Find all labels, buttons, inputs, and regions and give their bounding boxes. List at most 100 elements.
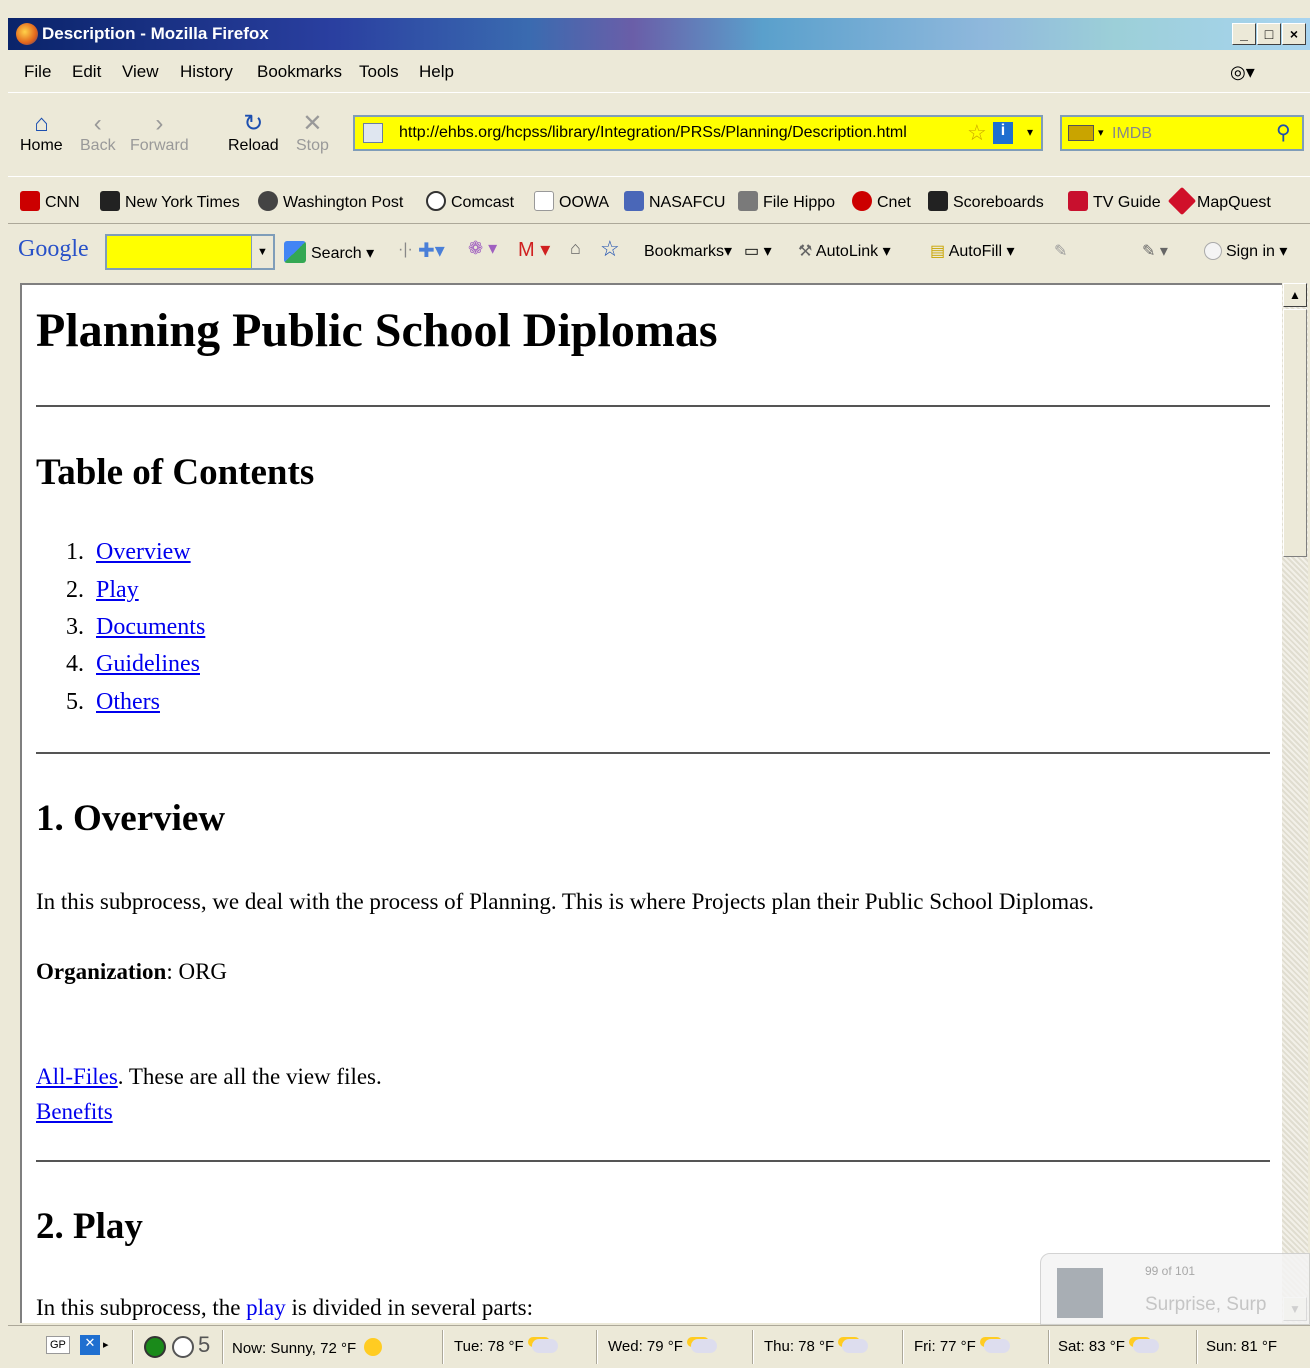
homepage-icon[interactable]: ⌂ (570, 238, 581, 259)
url-dropdown-icon[interactable]: ▾ (1027, 125, 1033, 139)
wand-icon: ⚒ (798, 243, 813, 260)
organization-line: Organization: ORG (36, 959, 227, 985)
weather-thu[interactable]: Thu: 78 °F (764, 1338, 869, 1355)
organization-label: Organization (36, 959, 167, 984)
pagerank-icon[interactable]: ▭ ▾ (744, 241, 772, 261)
toc-link-guidelines[interactable]: Guidelines (96, 651, 200, 677)
overview-heading: 1. Overview (36, 798, 226, 839)
benefits-link[interactable]: Benefits (36, 1099, 113, 1124)
menu-edit[interactable]: Edit (72, 62, 101, 82)
gp-button[interactable]: GP (46, 1336, 70, 1354)
forward-button[interactable]: › Forward (130, 111, 189, 155)
media-icon[interactable]: ✕ (80, 1335, 100, 1355)
benefits-line: Benefits (36, 1099, 113, 1125)
weather-sun[interactable]: Sun: 81 °F (1206, 1338, 1277, 1355)
status-separator (442, 1330, 444, 1364)
toc-link-play[interactable]: Play (96, 577, 139, 603)
scrollbar-thumb[interactable] (1283, 309, 1307, 557)
toc-link-documents[interactable]: Documents (96, 614, 205, 640)
bookmark-nasafcu[interactable]: NASAFCU (624, 191, 725, 212)
toc-item: 3. Documents (66, 614, 206, 640)
gmail-icon[interactable]: M ▾ (518, 237, 550, 262)
bookmark-filehippo[interactable]: File Hippo (738, 191, 835, 212)
vertical-scrollbar[interactable]: ▲ ▼ (1282, 283, 1308, 1323)
minimize-button[interactable]: _ (1232, 23, 1256, 45)
reload-icon: ↻ (243, 110, 264, 137)
back-button[interactable]: ‹ Back (80, 111, 116, 155)
highlighter-icon[interactable]: ✎ (1054, 241, 1067, 261)
media-dropdown-icon[interactable]: ▸ (103, 1338, 109, 1351)
url-bar[interactable]: http://ehbs.org/hcpss/library/Integratio… (353, 115, 1043, 151)
firefox-icon (16, 23, 38, 45)
mapquest-icon (1167, 186, 1197, 216)
comcast-icon (426, 191, 446, 211)
info-icon[interactable]: i (993, 122, 1013, 144)
bookmark-oowa[interactable]: OOWA (534, 191, 609, 212)
google-search-button[interactable]: Search ▾ (284, 241, 374, 263)
weather-fri[interactable]: Fri: 77 °F (914, 1338, 1010, 1355)
autolink-button[interactable]: ⚒ AutoLink ▾ (798, 241, 891, 261)
bookmark-star-icon[interactable]: ☆ (967, 120, 987, 146)
scroll-up-arrow[interactable]: ▲ (1283, 283, 1307, 307)
play-link[interactable]: play (246, 1295, 286, 1320)
toc-link-others[interactable]: Others (96, 689, 160, 715)
search-input[interactable]: IMDB (1112, 125, 1152, 143)
bookmarks-button[interactable]: Bookmarks▾ (644, 241, 732, 261)
partly-cloudy-icon (690, 1339, 717, 1353)
google-toolbar: Google ▼ Search ▾ ·|· ✚▾ ❁ ▾ M ▾ ⌂ ☆ Boo… (8, 226, 1310, 278)
play-text: In this subprocess, the play is divided … (36, 1295, 533, 1320)
close-button[interactable]: × (1282, 23, 1306, 45)
menu-tools[interactable]: Tools (359, 62, 399, 82)
bookmark-mapquest[interactable]: MapQuest (1167, 186, 1271, 216)
reload-button[interactable]: ↻ Reload (228, 111, 279, 155)
bookmark-nytimes[interactable]: New York Times (100, 191, 240, 212)
partly-cloudy-icon (983, 1339, 1010, 1353)
bookmark-tvguide[interactable]: TV Guide (1068, 191, 1161, 212)
home-button[interactable]: ⌂ Home (20, 111, 63, 155)
search-bar[interactable]: ▾ IMDB ⚲ (1060, 115, 1304, 151)
menu-file[interactable]: File (24, 62, 51, 82)
wrench-icon[interactable]: ✎ ▾ (1142, 241, 1168, 261)
site-icon (363, 123, 383, 143)
menu-history[interactable]: History (180, 62, 233, 82)
notification-popup[interactable]: 99 of 101 Surprise, Surp (1040, 1253, 1310, 1325)
weather-wed[interactable]: Wed: 79 °F (608, 1338, 717, 1355)
play-heading: 2. Play (36, 1206, 143, 1247)
weather-tue[interactable]: Tue: 78 °F (454, 1338, 558, 1355)
si-icon (928, 191, 948, 211)
autofill-button[interactable]: ▤ AutoFill ▾ (930, 241, 1015, 261)
partly-cloudy-icon (1132, 1339, 1159, 1353)
bookmark-washington-post[interactable]: Washington Post (258, 191, 403, 212)
bookmark-cnet[interactable]: Cnet (852, 191, 911, 212)
dropdown-arrow-icon[interactable]: ▼ (251, 236, 273, 268)
partly-cloudy-icon (842, 1339, 869, 1353)
maximize-button[interactable]: □ (1257, 23, 1281, 45)
google-search-input[interactable]: ▼ (105, 234, 275, 270)
toc-link-overview[interactable]: Overview (96, 539, 191, 565)
clock-icon[interactable] (172, 1336, 194, 1358)
divider (36, 752, 1270, 754)
bookmark-cnn[interactable]: CNN (20, 191, 80, 212)
search-icon[interactable]: ⚲ (1276, 120, 1291, 145)
organization-value: : ORG (166, 959, 228, 984)
weather-sat[interactable]: Sat: 83 °F (1058, 1338, 1159, 1355)
stop-button[interactable]: ✕ Stop (296, 111, 329, 155)
engine-dropdown-icon[interactable]: ▾ (1098, 126, 1104, 139)
menu-help[interactable]: Help (419, 62, 454, 82)
count-badge: 5 (198, 1332, 211, 1357)
bookmark-scoreboards[interactable]: Scoreboards (928, 191, 1044, 212)
picasa-icon[interactable]: ❁ ▾ (468, 238, 497, 259)
menu-view[interactable]: View (122, 62, 159, 82)
bookmarks-toolbar: CNN New York Times Washington Post Comca… (8, 176, 1310, 224)
google-logo: Google (18, 236, 89, 262)
menu-bookmarks[interactable]: Bookmarks (257, 62, 342, 82)
sign-in-button[interactable]: Sign in ▾ (1204, 241, 1287, 261)
plus-icon[interactable]: ✚▾ (418, 238, 445, 263)
weather-now[interactable]: Now: Sunny, 72 °F (232, 1338, 383, 1357)
star-icon[interactable]: ☆ (600, 236, 620, 262)
bookmark-comcast[interactable]: Comcast (426, 191, 514, 212)
cnet-icon (852, 191, 872, 211)
imdb-engine-icon[interactable] (1068, 125, 1094, 141)
status-green-icon[interactable] (144, 1336, 166, 1358)
all-files-link[interactable]: All-Files (36, 1064, 118, 1089)
